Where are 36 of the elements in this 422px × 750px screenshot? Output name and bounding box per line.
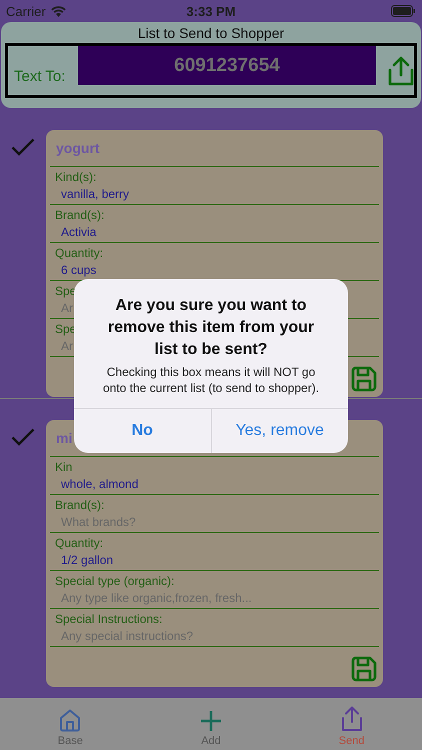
phone-field[interactable]: 6091237654 bbox=[78, 46, 376, 85]
alert-title: Are you sure you want to remove this item from your list to be sent? bbox=[106, 296, 316, 360]
input-field[interactable]: vanilla, berry bbox=[55, 186, 181, 202]
field-label: Quantity: bbox=[55, 246, 104, 261]
alert-message: Checking this box means it will NOT go onto the current list (to send to shopper). bbox=[102, 364, 320, 396]
tab[interactable]: Add bbox=[166, 698, 256, 750]
plus-icon bbox=[200, 710, 222, 732]
input-field[interactable]: whole, almond bbox=[55, 476, 174, 492]
text-to-label: Text To: bbox=[13, 68, 66, 87]
no-button[interactable]: No bbox=[74, 409, 210, 453]
field-label: Special type (organic): bbox=[55, 574, 174, 589]
home-icon bbox=[58, 708, 82, 732]
screen-title: List to Send to Shopper bbox=[136, 24, 286, 43]
share-icon bbox=[340, 706, 363, 732]
save-icon[interactable] bbox=[351, 656, 377, 682]
checkmark-icon[interactable] bbox=[11, 138, 35, 156]
carrier-label: Carrier bbox=[6, 4, 46, 18]
share-icon[interactable] bbox=[388, 56, 414, 86]
field-label: Special Instructions: bbox=[55, 612, 162, 627]
tab[interactable]: Base bbox=[25, 698, 116, 750]
input-field[interactable]: 6 cups bbox=[55, 262, 125, 278]
save-icon[interactable] bbox=[351, 366, 377, 392]
field-label: Kind(s): bbox=[55, 170, 96, 185]
input-field[interactable]: Activia bbox=[55, 224, 132, 240]
field-label: Kin bbox=[55, 460, 72, 475]
field-label: Brand(s): bbox=[55, 498, 104, 513]
field-label: Quantity: bbox=[55, 536, 104, 551]
status-time: 3:33 PM bbox=[185, 4, 237, 18]
item-title: yogurt bbox=[56, 140, 100, 156]
battery-icon bbox=[391, 5, 416, 17]
confirm-button[interactable]: Yes, remove bbox=[210, 409, 348, 453]
field-label: Brand(s): bbox=[55, 208, 104, 223]
input-field[interactable]: 1/2 gallon bbox=[55, 552, 153, 568]
wifi-icon bbox=[50, 6, 66, 16]
checkmark-icon[interactable] bbox=[11, 428, 35, 446]
item-title: mi bbox=[56, 430, 72, 446]
